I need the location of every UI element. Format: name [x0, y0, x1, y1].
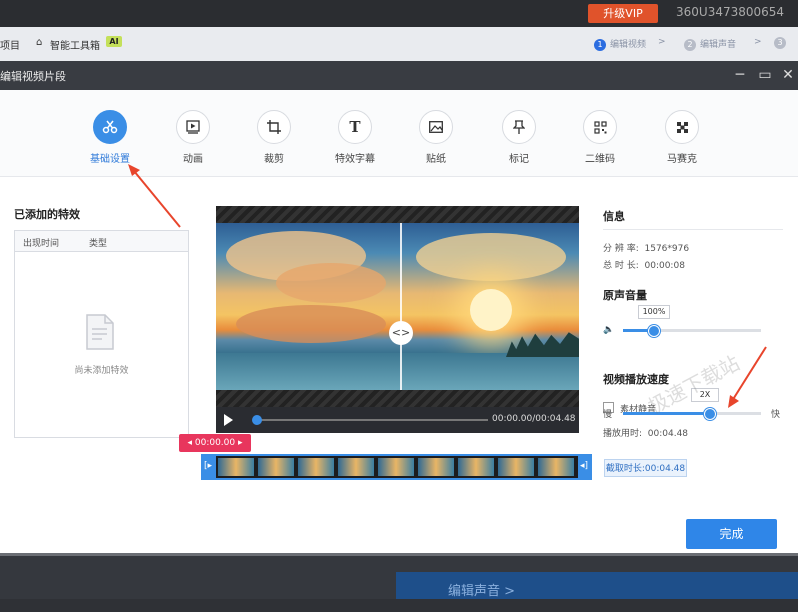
bottom-accent — [0, 553, 798, 556]
annotation-arrow — [133, 170, 181, 228]
annotation-arrow — [731, 346, 767, 402]
next-step-button[interactable]: 编辑声音 > — [396, 572, 798, 599]
annotation-arrows — [128, 164, 767, 408]
annotation-arrowhead — [128, 164, 140, 176]
